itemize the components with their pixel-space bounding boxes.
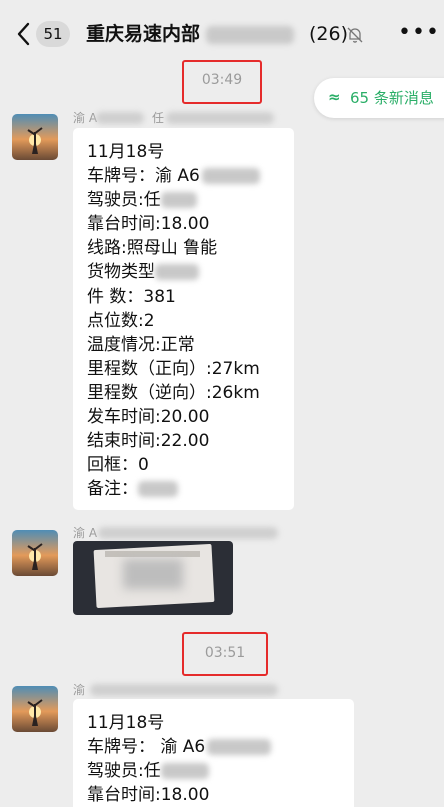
timestamp-1: 03:49 [201, 72, 243, 88]
timestamp-2: 03:51 [204, 645, 246, 661]
unread-count-badge[interactable]: 51 [36, 21, 70, 47]
message-line: 回框：0 [87, 455, 149, 476]
sender-name: 渝 A [73, 111, 98, 125]
message-line: 备注： [87, 477, 280, 501]
redacted-text [160, 763, 209, 780]
new-messages-pill[interactable]: ≈ 65 条新消息 [314, 78, 444, 118]
redacted-title-part [206, 26, 294, 44]
message-line: 温度情况:正常 [87, 334, 195, 355]
message-line: 结束时间:22.00 [87, 431, 210, 452]
mute-bell-icon [346, 26, 364, 44]
message-line: 里程数（逆向）:26km [87, 382, 260, 403]
chat-header: 51 重庆易速内部 (26) ••• [0, 0, 444, 66]
message-line: 11月18号 [87, 713, 165, 733]
redacted-text [201, 168, 260, 185]
message-line: 里程数（正向）:27km [87, 358, 260, 379]
sender-name: 渝 [73, 683, 86, 697]
message-line: 点位数:2 [87, 310, 155, 331]
member-count: (26) [309, 23, 349, 45]
message-line: 驾驶员:任 [87, 759, 340, 783]
avatar[interactable] [12, 686, 58, 732]
message-line: 靠台时间:18.00 [87, 214, 210, 235]
avatar[interactable] [12, 114, 58, 160]
message-line: 发车时间:20.00 [87, 407, 210, 428]
back-arrow-icon[interactable] [12, 20, 38, 48]
message-bubble[interactable]: 11月18号 车牌号： 渝 A6 驾驶员:任 靠台时间:18.00 [73, 699, 354, 807]
sender-name: 渝 A [73, 526, 98, 540]
new-messages-label: 65 条新消息 [350, 89, 434, 107]
redacted-text [138, 481, 178, 498]
chat-title: 重庆易速内部 [86, 23, 201, 45]
image-message[interactable] [73, 541, 233, 615]
photo-detail [105, 551, 200, 557]
sender-name-tail: 任 [152, 111, 165, 125]
redacted-photo-area [123, 559, 183, 589]
redacted-sender [96, 112, 144, 124]
message-line: 车牌号： 渝 A6 [87, 735, 340, 759]
message-bubble[interactable]: 11月18号 车牌号：渝 A6 驾驶员:任 靠台时间:18.00 线路:照母山 … [73, 128, 294, 510]
message-line: 11月18号 [87, 142, 165, 162]
redacted-text [207, 739, 272, 756]
message-line: 线路:照母山 鲁能 [87, 238, 218, 259]
message-line: 车牌号：渝 A6 [87, 164, 280, 188]
message-line: 件 数：381 [87, 286, 176, 307]
message-line: 靠台时间:18.00 [87, 785, 210, 806]
message-line: 驾驶员:任 [87, 188, 280, 212]
redacted-sender [90, 684, 278, 696]
redacted-text [160, 192, 197, 209]
message-line: 货物类型 [87, 260, 280, 284]
redacted-sender [166, 112, 274, 124]
redacted-sender [98, 527, 278, 539]
avatar[interactable] [12, 530, 58, 576]
redacted-text [155, 264, 199, 281]
more-options-icon[interactable]: ••• [398, 22, 439, 45]
double-chevron-up-icon: ≈ [328, 88, 341, 106]
